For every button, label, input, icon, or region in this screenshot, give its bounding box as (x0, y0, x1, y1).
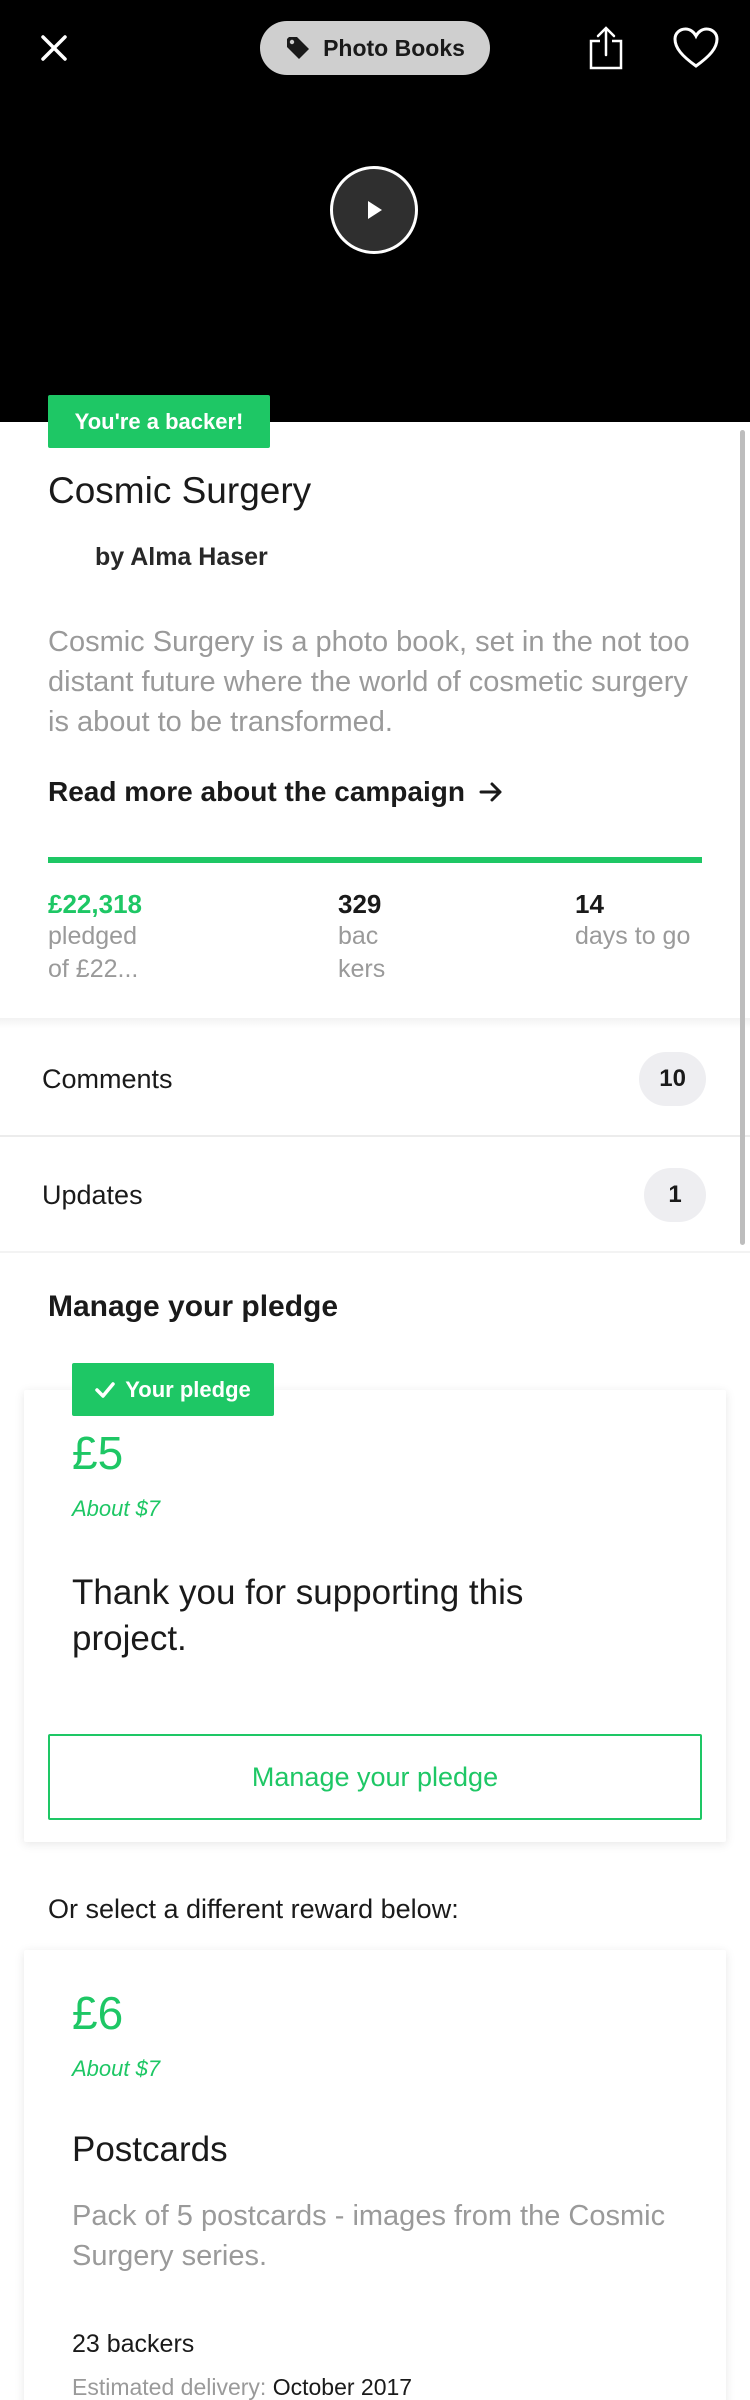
pledge-thanks-text: Thank you for supporting this project. (72, 1573, 524, 1658)
project-video[interactable]: Photo Books (0, 0, 750, 422)
comments-row[interactable]: Comments 10 (0, 1023, 750, 1137)
arrow-right-icon (479, 782, 502, 802)
select-reward-intro: Or select a different reward below: (48, 1894, 459, 1924)
reward-description: Pack of 5 postcards - images from the Co… (72, 2200, 666, 2272)
reward-card[interactable]: £6 About $7 Postcards Pack of 5 postcard… (24, 1950, 726, 2400)
category-label: Photo Books (323, 34, 465, 61)
your-pledge-badge: Your pledge (72, 1363, 274, 1416)
days-label: days to go (575, 922, 691, 950)
share-icon (589, 26, 623, 70)
reward-title: Postcards (72, 2130, 228, 2169)
backers-label-line-1: bac (338, 922, 379, 950)
close-icon (41, 35, 67, 61)
updates-row[interactable]: Updates 1 (0, 1139, 750, 1253)
pledged-label: pledged (48, 922, 137, 950)
reward-backers: 23 backers (72, 2330, 195, 2358)
backers-label-line-2: kers (338, 955, 386, 983)
backers-count: 329 (338, 889, 382, 919)
updates-label: Updates (42, 1179, 143, 1210)
play-icon (368, 201, 382, 219)
pledge-converted-amount: About $7 (72, 1496, 161, 1521)
close-button[interactable] (30, 24, 78, 72)
stat-pledged: £22,318 pledged of £22... (48, 888, 188, 986)
pledged-goal: of £22... (48, 955, 139, 983)
share-button[interactable] (582, 20, 630, 76)
funding-progress-fill (48, 857, 702, 863)
checkmark-icon (95, 1381, 115, 1398)
save-button[interactable] (670, 22, 722, 74)
project-blurb: Cosmic Surgery is a photo book, set in t… (48, 626, 690, 738)
comments-count-badge: 10 (639, 1052, 706, 1106)
play-button[interactable] (330, 166, 418, 254)
heart-icon (673, 27, 719, 68)
delivery-label: Estimated delivery: (72, 2374, 267, 2400)
scrollbar[interactable] (740, 430, 745, 1245)
manage-pledge-heading: Manage your pledge (48, 1290, 339, 1323)
your-pledge-label: Your pledge (125, 1376, 251, 1402)
read-more-link[interactable]: Read more about the campaign (48, 776, 503, 808)
reward-converted-amount: About $7 (72, 2056, 161, 2081)
updates-count-badge: 1 (644, 1168, 706, 1222)
pledge-amount: £5 (72, 1427, 124, 1479)
stat-backers: 329 bac kers (338, 888, 408, 986)
stat-days-to-go: 14 days to go (575, 888, 725, 953)
funding-progress-bar (48, 857, 702, 863)
pledge-card: £5 About $7 Thank you for supporting thi… (24, 1390, 726, 1842)
days-count: 14 (575, 889, 604, 919)
project-title: Cosmic Surgery (48, 470, 312, 511)
manage-pledge-button[interactable]: Manage your pledge (48, 1734, 702, 1820)
reward-amount: £6 (72, 1987, 124, 2039)
category-pill[interactable]: Photo Books (260, 21, 490, 75)
creator-name[interactable]: by Alma Haser (95, 543, 268, 572)
pledged-amount: £22,318 (48, 889, 142, 919)
backer-badge: You're a backer! (48, 395, 270, 448)
tag-icon (287, 37, 310, 59)
reward-delivery: Estimated delivery: October 2017 (72, 2374, 412, 2400)
delivery-date: October 2017 (272, 2374, 413, 2400)
read-more-label: Read more about the campaign (48, 776, 465, 807)
comments-label: Comments (42, 1063, 173, 1094)
